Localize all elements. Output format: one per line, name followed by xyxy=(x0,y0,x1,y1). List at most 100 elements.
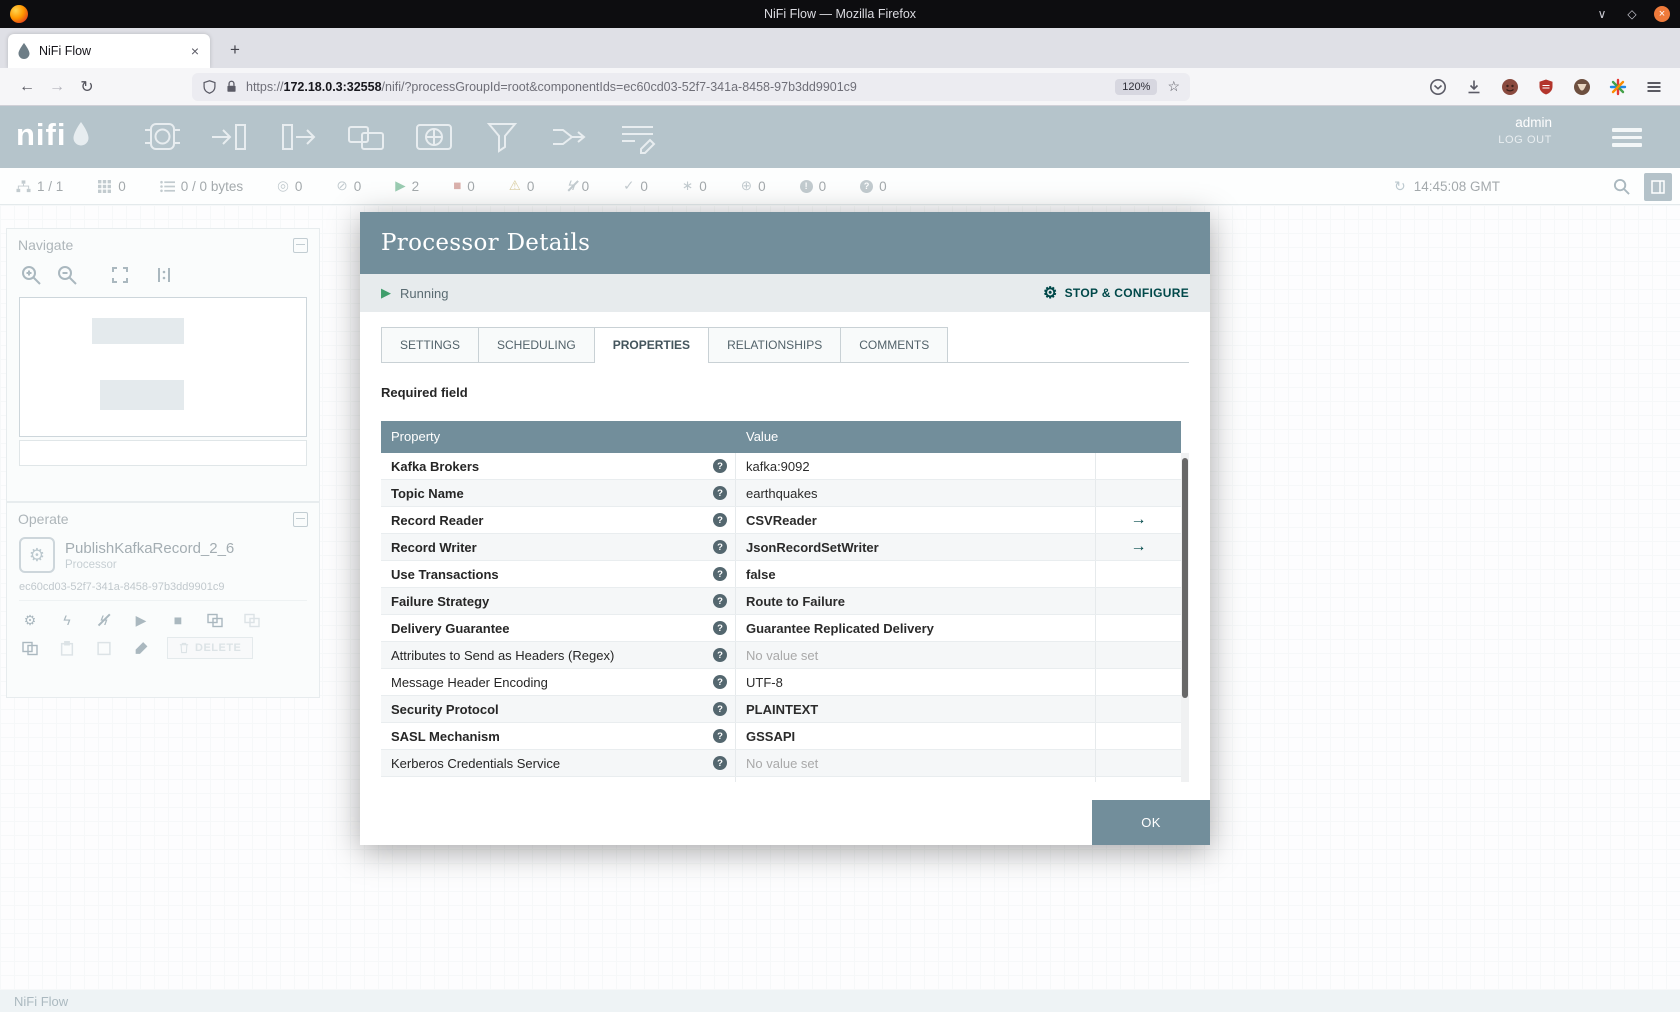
property-row: Security Protocol? PLAINTEXT xyxy=(381,696,1181,723)
property-name: Use Transactions xyxy=(391,566,499,582)
property-name: Record Reader xyxy=(391,512,484,528)
property-row: Record Writer? JsonRecordSetWriter → xyxy=(381,534,1181,561)
stop-configure-icon: ⚙ xyxy=(1042,285,1058,302)
property-help-icon[interactable]: ? xyxy=(713,702,727,716)
tab-scheduling[interactable]: SCHEDULING xyxy=(479,327,595,362)
property-row: Topic Name? earthquakes xyxy=(381,480,1181,507)
tab-properties[interactable]: PROPERTIES xyxy=(594,327,710,363)
property-name: Security Protocol xyxy=(391,701,499,717)
property-name-cell: Delivery Guarantee? xyxy=(381,615,736,641)
browser-tab[interactable]: NiFi Flow × xyxy=(8,34,210,68)
property-value-cell: JsonRecordSetWriter xyxy=(736,534,1096,560)
property-extra-cell xyxy=(1096,561,1181,587)
property-column-header: Property xyxy=(391,429,441,444)
property-row: Record Reader? CSVReader → xyxy=(381,507,1181,534)
property-value-cell: Route to Failure xyxy=(736,588,1096,614)
property-extra-cell: → xyxy=(1096,507,1181,533)
property-name-cell: Security Protocol? xyxy=(381,696,736,722)
property-name-cell: Failure Strategy? xyxy=(381,588,736,614)
go-to-service-icon[interactable]: → xyxy=(1131,538,1147,556)
tab-favicon-icon xyxy=(17,43,31,59)
property-value-cell: CSVReader xyxy=(736,507,1096,533)
downloads-icon[interactable] xyxy=(1464,77,1484,97)
property-name: Kerberos Credentials Service xyxy=(391,755,561,771)
pinwheel-icon[interactable] xyxy=(1608,77,1628,97)
ok-button[interactable]: OK xyxy=(1092,800,1210,845)
property-extra-cell xyxy=(1096,696,1181,722)
property-extra-cell xyxy=(1096,723,1181,749)
url-bar[interactable]: https://172.18.0.3:32558/nifi/?processGr… xyxy=(192,72,1190,101)
dialog-status-strip: ▶ Running ⚙ STOP & CONFIGURE xyxy=(360,274,1210,312)
property-help-icon[interactable]: ? xyxy=(713,648,727,662)
tab-settings[interactable]: SETTINGS xyxy=(381,327,480,362)
window-close-icon[interactable]: × xyxy=(1654,6,1670,22)
ublock-icon[interactable] xyxy=(1536,77,1556,97)
tab-close-icon[interactable]: × xyxy=(189,43,201,59)
property-row: Message Header Encoding? UTF-8 xyxy=(381,669,1181,696)
zoom-indicator[interactable]: 120% xyxy=(1115,78,1158,95)
profile-icon[interactable] xyxy=(1500,77,1520,97)
property-row xyxy=(381,777,1181,782)
badger-icon[interactable] xyxy=(1572,77,1592,97)
window-titlebar: NiFi Flow — Mozilla Firefox ∨ ◇ × xyxy=(0,0,1680,28)
stop-configure-button[interactable]: ⚙ STOP & CONFIGURE xyxy=(1043,283,1189,303)
table-scrollbar[interactable] xyxy=(1181,453,1189,782)
shield-icon[interactable] xyxy=(202,79,217,95)
property-help-icon[interactable]: ? xyxy=(713,756,727,770)
running-label: Running xyxy=(400,285,449,301)
property-help-icon[interactable]: ? xyxy=(713,540,727,554)
property-extra-cell xyxy=(1096,480,1181,506)
browser-actions xyxy=(1428,77,1668,97)
property-name: Record Writer xyxy=(391,539,477,555)
property-row: Kafka Brokers? kafka:9092 xyxy=(381,453,1181,480)
tab-relationships[interactable]: RELATIONSHIPS xyxy=(709,327,842,362)
properties-table-header: Property Value xyxy=(381,421,1181,453)
reload-icon[interactable]: ↻ xyxy=(72,77,102,97)
window-minimize-icon[interactable]: ∨ xyxy=(1594,7,1610,21)
lock-icon[interactable] xyxy=(225,79,238,94)
tab-comments[interactable]: COMMENTS xyxy=(841,327,949,362)
property-name: Message Header Encoding xyxy=(391,674,548,690)
property-help-icon[interactable]: ? xyxy=(713,486,727,500)
property-name-cell: Record Reader? xyxy=(381,507,736,533)
property-value-cell: GSSAPI xyxy=(736,723,1096,749)
property-name-cell: Record Writer? xyxy=(381,534,736,560)
go-to-service-icon[interactable]: → xyxy=(1131,511,1147,529)
property-row: Failure Strategy? Route to Failure xyxy=(381,588,1181,615)
required-field-note: Required field xyxy=(381,385,468,400)
property-row: Delivery Guarantee? Guarantee Replicated … xyxy=(381,615,1181,642)
property-name: Topic Name xyxy=(391,485,464,501)
property-name-cell: SASL Mechanism? xyxy=(381,723,736,749)
property-value-cell: PLAINTEXT xyxy=(736,696,1096,722)
back-icon[interactable]: ← xyxy=(12,78,42,96)
property-help-icon[interactable]: ? xyxy=(713,729,727,743)
property-value-cell: earthquakes xyxy=(736,480,1096,506)
property-name-cell: Kerberos Credentials Service? xyxy=(381,750,736,776)
property-help-icon[interactable]: ? xyxy=(713,459,727,473)
property-name-cell: Use Transactions? xyxy=(381,561,736,587)
property-extra-cell xyxy=(1096,777,1181,782)
bookmark-star-icon[interactable]: ☆ xyxy=(1167,78,1180,95)
pocket-icon[interactable] xyxy=(1428,77,1448,97)
menu-icon[interactable] xyxy=(1644,77,1664,97)
property-value-cell: kafka:9092 xyxy=(736,453,1096,479)
property-help-icon[interactable]: ? xyxy=(713,567,727,581)
forward-icon[interactable]: → xyxy=(42,78,72,96)
property-help-icon[interactable]: ? xyxy=(713,621,727,635)
tab-title: NiFi Flow xyxy=(39,44,92,58)
property-help-icon[interactable]: ? xyxy=(713,594,727,608)
property-extra-cell: → xyxy=(1096,534,1181,560)
new-tab-button[interactable]: + xyxy=(222,37,248,63)
scrollbar-thumb[interactable] xyxy=(1182,458,1188,698)
property-name: Delivery Guarantee xyxy=(391,620,510,636)
property-row: Kerberos Credentials Service? No value se… xyxy=(381,750,1181,777)
dialog-title: Processor Details xyxy=(381,230,591,256)
property-extra-cell xyxy=(1096,453,1181,479)
property-help-icon[interactable]: ? xyxy=(713,675,727,689)
property-value-cell xyxy=(736,777,1096,782)
window-maximize-icon[interactable]: ◇ xyxy=(1624,7,1640,21)
browser-navbar: ← → ↻ https://172.18.0.3:32558/nifi/?pro… xyxy=(0,68,1680,106)
property-name-cell xyxy=(381,777,736,782)
property-name: Failure Strategy xyxy=(391,593,490,609)
property-help-icon[interactable]: ? xyxy=(713,513,727,527)
